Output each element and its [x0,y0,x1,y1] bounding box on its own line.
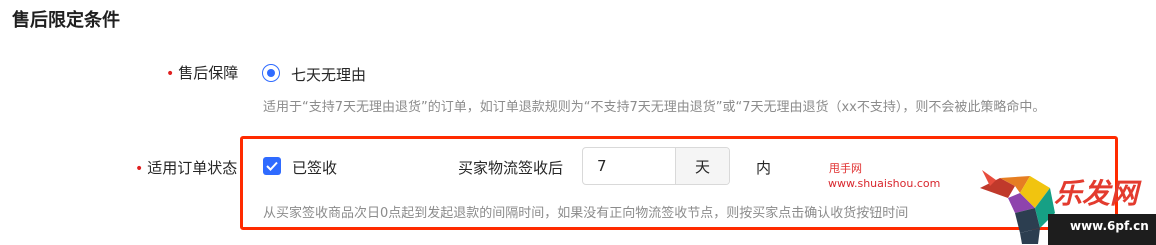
required-mark: • [166,66,175,82]
seven-day-option-label[interactable]: 七天无理由 [291,64,366,85]
watermark-cn: 甩手网 [829,162,862,175]
after-sales-help-text: 适用于“支持7天无理由退货”的订单，如订单退款规则为“不支持7天无理由退货”或“… [263,100,1046,115]
watermark-logo-text: 乐发网 [1054,177,1139,210]
after-sales-label: • 售后保障 [166,62,238,83]
watermark-url: www.shuaishou.com [828,177,941,190]
after-sales-label-text: 售后保障 [178,64,239,82]
watermark-logo-site: www.6pf.cn [1070,219,1149,233]
required-mark: • [135,161,144,177]
radio-selected-dot [267,69,275,77]
order-status-label-text: 适用订单状态 [147,159,238,177]
section-title: 售后限定条件 [12,10,120,31]
order-status-label: • 适用订单状态 [135,157,237,178]
seven-day-radio[interactable] [262,64,280,82]
